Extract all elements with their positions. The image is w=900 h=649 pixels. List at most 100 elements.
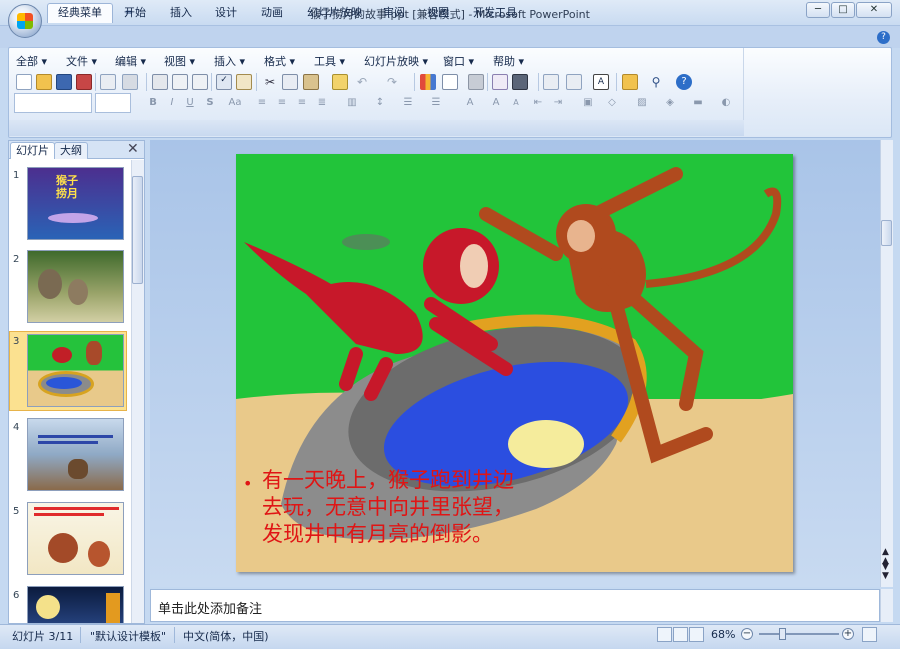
slide-scrollbar[interactable] (880, 140, 893, 587)
print-preview-icon[interactable] (122, 74, 138, 90)
page-setup-icon[interactable] (192, 74, 208, 90)
align-left-icon[interactable]: ≡ (254, 95, 270, 111)
tab-home[interactable]: 开始 (113, 3, 157, 22)
decrease-indent-icon[interactable]: ⇤ (530, 95, 546, 111)
tab-outline[interactable]: 大纲 (54, 142, 88, 159)
shrink-font-icon[interactable]: A (508, 95, 524, 111)
zoom-slider-thumb[interactable] (779, 628, 786, 640)
zoom-slider-track[interactable] (759, 633, 839, 635)
chart-icon[interactable] (420, 74, 436, 90)
align-center-icon[interactable]: ≡ (274, 95, 290, 111)
minimize-button[interactable]: ─ (806, 2, 830, 18)
print-icon[interactable] (152, 74, 168, 90)
undo-toolbar-icon[interactable]: ↶ (354, 74, 370, 90)
email-icon[interactable] (100, 74, 116, 90)
menu-slideshow[interactable]: 幻灯片放映 ▾ (364, 53, 428, 69)
spelling-icon[interactable]: ✓ (216, 74, 232, 90)
effects-icon[interactable]: ◐ (718, 95, 734, 111)
copy-icon[interactable] (282, 74, 298, 90)
menu-window[interactable]: 窗口 ▾ (443, 53, 474, 69)
menu-view[interactable]: 视图 ▾ (164, 53, 195, 69)
fit-to-window-icon[interactable] (862, 627, 877, 642)
format-painter-icon[interactable] (332, 74, 348, 90)
change-case-icon[interactable]: Aa (224, 95, 246, 111)
preview-icon[interactable] (172, 74, 188, 90)
permission-icon[interactable] (76, 74, 92, 90)
language-indicator[interactable]: 中文(简体，中国) (183, 628, 269, 644)
notes-placeholder[interactable]: 单击此处添加备注 (158, 598, 262, 617)
new-file-icon[interactable] (16, 74, 32, 90)
open-folder-icon[interactable] (36, 74, 52, 90)
menu-file[interactable]: 文件 ▾ (66, 53, 97, 69)
close-button[interactable]: ✕ (856, 2, 892, 18)
font-size-combo[interactable] (95, 93, 131, 113)
justify-icon[interactable]: ≣ (314, 95, 330, 111)
tab-slideshow[interactable]: 幻灯片放映 (296, 3, 373, 22)
quick-styles-icon[interactable]: ▨ (634, 95, 650, 111)
menu-tools[interactable]: 工具 ▾ (314, 53, 345, 69)
hyperlink-icon[interactable] (468, 74, 484, 90)
align-right-icon[interactable]: ≡ (294, 95, 310, 111)
grow-font-icon[interactable]: A (488, 95, 504, 111)
menu-format[interactable]: 格式 ▾ (264, 53, 295, 69)
slide-sorter-view-icon[interactable] (673, 627, 688, 642)
columns-icon[interactable]: ▥ (344, 95, 360, 111)
cut-icon[interactable]: ✂ (262, 74, 278, 90)
numbering-icon[interactable]: ☰ (400, 95, 416, 111)
slide-thumbnail-2[interactable] (27, 250, 124, 323)
pane-close-icon[interactable]: ✕ (127, 142, 139, 156)
slide-thumbnail-6[interactable] (27, 586, 124, 623)
tab-developer[interactable]: 开发工具 (462, 3, 528, 22)
tab-slides[interactable]: 幻灯片 (10, 142, 55, 159)
slide-text-body[interactable]: 有一天晚上，猴子跑到井边 去玩，无意中向井里张望， 发现井中有月亮的倒影。 (262, 467, 582, 548)
paste-icon[interactable] (303, 74, 319, 90)
tab-view[interactable]: 视图 (416, 3, 460, 22)
folder-icon[interactable] (622, 74, 638, 90)
tab-classic-menu[interactable]: 经典菜单 (47, 3, 113, 23)
font-color-icon[interactable]: A (462, 95, 478, 111)
menu-edit[interactable]: 编辑 ▾ (115, 53, 146, 69)
zoom-icon[interactable]: ⚲ (648, 74, 664, 90)
color-icon[interactable] (512, 74, 528, 90)
slide-thumbnail-1[interactable]: 猴子 捞月 (27, 167, 124, 240)
tab-insert[interactable]: 插入 (159, 3, 203, 22)
research-icon[interactable] (236, 74, 252, 90)
text-box-icon[interactable]: A (593, 74, 609, 90)
zoom-level[interactable]: 68% (711, 628, 735, 641)
redo-toolbar-icon[interactable]: ↷ (384, 74, 400, 90)
zoom-out-icon[interactable]: − (741, 628, 753, 640)
line-color-icon[interactable]: ▬ (690, 95, 706, 111)
slideshow-view-icon[interactable] (689, 627, 704, 642)
bullets-icon[interactable]: ☰ (428, 95, 444, 111)
save-file-icon[interactable] (56, 74, 72, 90)
notes-scrollbar[interactable] (880, 589, 893, 622)
tab-animation[interactable]: 动画 (250, 3, 294, 22)
slide-scroll-thumb[interactable] (881, 220, 892, 246)
slide-thumbnail-4[interactable] (27, 418, 124, 491)
normal-view-icon[interactable] (657, 627, 672, 642)
next-slide-icon[interactable]: ▼ ▼ (882, 563, 889, 581)
help-toolbar-icon[interactable]: ? (676, 74, 692, 90)
slide-design-icon[interactable] (566, 74, 582, 90)
menu-all[interactable]: 全部 ▾ (16, 53, 47, 69)
fill-color-icon[interactable]: ◈ (662, 95, 678, 111)
arrange-icon[interactable]: ▣ (580, 95, 596, 111)
menu-help[interactable]: 帮助 ▾ (493, 53, 524, 69)
slide-thumbnail-3[interactable] (27, 334, 124, 407)
maximize-button[interactable]: □ (831, 2, 855, 18)
menu-insert[interactable]: 插入 ▾ (214, 53, 245, 69)
help-icon[interactable]: ? (877, 31, 890, 44)
clipart-icon[interactable] (492, 74, 508, 90)
shadow-icon[interactable]: S (202, 95, 218, 111)
zoom-in-icon[interactable]: + (842, 628, 854, 640)
thumbnail-scroll-thumb[interactable] (132, 176, 143, 284)
text-direction-icon[interactable]: ↕ (372, 95, 388, 111)
table-icon[interactable] (442, 74, 458, 90)
italic-icon[interactable]: I (164, 95, 180, 111)
slide-thumbnail-5[interactable] (27, 502, 124, 575)
bold-icon[interactable]: B (145, 95, 161, 111)
underline-icon[interactable]: U (182, 95, 198, 111)
font-name-combo[interactable] (14, 93, 92, 113)
shapes-icon[interactable]: ◇ (604, 95, 620, 111)
office-button[interactable] (8, 4, 42, 38)
